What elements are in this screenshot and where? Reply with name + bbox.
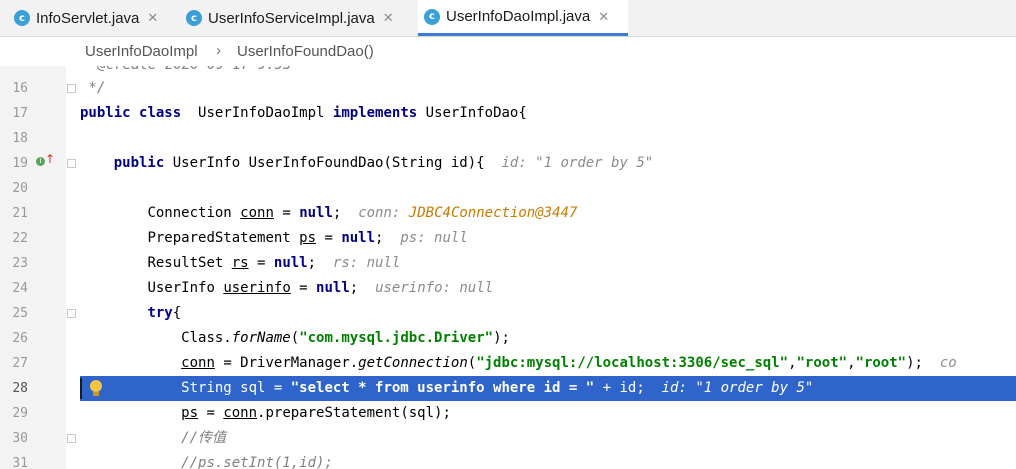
code-line-26[interactable]: 26 Class.forName("com.mysql.jdbc.Driver"… <box>0 326 1016 351</box>
code-line-25[interactable]: 25 try{ <box>0 301 1016 326</box>
fold-icon[interactable] <box>67 84 76 93</box>
code-text: Class.forName("com.mysql.jdbc.Driver"); <box>181 330 510 346</box>
line-number: 19 <box>12 156 28 171</box>
tab-label: UserInfoServiceImpl.java <box>208 9 375 27</box>
code-line-21[interactable]: 21 Connection conn = null; conn: JDBC4Co… <box>0 201 1016 226</box>
up-arrow-icon[interactable]: ↑ <box>45 153 55 165</box>
line-number: 23 <box>12 256 28 271</box>
class-icon: c <box>424 8 440 25</box>
line-number: 17 <box>12 106 28 121</box>
line-number: 31 <box>12 456 28 469</box>
code-text: conn = DriverManager.getConnection("jdbc… <box>181 355 957 371</box>
tab-infoservlet[interactable]: c InfoServlet.java ✕ <box>14 0 174 36</box>
line-number: 25 <box>12 306 28 321</box>
code-line-19[interactable]: 19 I ↑ public UserInfo UserInfoFoundDao(… <box>0 151 1016 176</box>
code-editor[interactable]: @create 2020-09-17 9:53 16 */ 17 public … <box>0 66 1016 469</box>
code-text: Connection conn = null; conn: JDBC4Conne… <box>147 205 578 221</box>
fold-icon[interactable] <box>67 434 76 443</box>
editor-tab-bar: c InfoServlet.java ✕ c UserInfoServiceIm… <box>0 0 1016 37</box>
code-text: try{ <box>147 305 182 321</box>
breadcrumb-separator: › <box>216 42 221 59</box>
breadcrumb-class[interactable]: UserInfoDaoImpl <box>85 43 198 60</box>
code-line-16[interactable]: 16 */ <box>0 76 1016 101</box>
line-number: 18 <box>12 131 28 146</box>
fold-icon[interactable] <box>67 309 76 318</box>
code-text: ResultSet rs = null; rs: null <box>147 255 401 271</box>
code-line-29[interactable]: 29 ps = conn.prepareStatement(sql); <box>0 401 1016 426</box>
line-number: 28 <box>0 376 28 401</box>
tab-userinfoserviceimpl[interactable]: c UserInfoServiceImpl.java ✕ <box>186 0 412 36</box>
code-text: //ps.setInt(1,id); <box>181 455 333 469</box>
breadcrumb: UserInfoDaoImpl › UserInfoFoundDao() <box>0 37 1016 66</box>
code-text: public class UserInfoDaoImpl implements … <box>80 105 527 121</box>
tab-userinfodaoimpl[interactable]: c UserInfoDaoImpl.java ✕ <box>418 0 628 36</box>
code-line-23[interactable]: 23 ResultSet rs = null; rs: null <box>0 251 1016 276</box>
code-line-22[interactable]: 22 PreparedStatement ps = null; ps: null <box>0 226 1016 251</box>
code-line-31[interactable]: 31 //ps.setInt(1,id); <box>0 451 1016 469</box>
code-line-27[interactable]: 27 conn = DriverManager.getConnection("j… <box>0 351 1016 376</box>
line-number: 22 <box>12 231 28 246</box>
code-line-17[interactable]: 17 public class UserInfoDaoImpl implemen… <box>0 101 1016 126</box>
code-line-18[interactable]: 18 <box>0 126 1016 151</box>
code-text: ps = conn.prepareStatement(sql); <box>181 405 451 421</box>
line-number: 20 <box>12 181 28 196</box>
tab-label: InfoServlet.java <box>36 9 140 27</box>
line-number: 30 <box>12 431 28 446</box>
code-line-24[interactable]: 24 UserInfo userinfo = null; userinfo: n… <box>0 276 1016 301</box>
fold-icon[interactable] <box>67 159 76 168</box>
code-text: String sql = "select * from userinfo whe… <box>181 380 814 396</box>
line-number: 21 <box>12 206 28 221</box>
breadcrumb-method[interactable]: UserInfoFoundDao() <box>237 43 374 60</box>
code-text: UserInfo userinfo = null; userinfo: null <box>147 280 494 296</box>
close-icon[interactable]: ✕ <box>147 10 158 26</box>
close-icon[interactable]: ✕ <box>383 10 394 26</box>
code-text: public UserInfo UserInfoFoundDao(String … <box>113 155 654 171</box>
fold-fill <box>66 376 80 401</box>
line-number: 26 <box>12 331 28 346</box>
line-number: 24 <box>12 281 28 296</box>
close-icon[interactable]: ✕ <box>598 9 609 25</box>
tab-label: UserInfoDaoImpl.java <box>446 8 591 25</box>
code-line-28-current-breakpoint[interactable]: 28 String sql = "select * from userinfo … <box>0 376 1016 401</box>
class-icon: c <box>186 10 202 26</box>
code-line-20[interactable]: 20 <box>0 176 1016 201</box>
class-icon: c <box>14 10 30 26</box>
code-text: //传值 <box>181 430 227 446</box>
code-text: */ <box>80 80 106 96</box>
line-number: 27 <box>12 356 28 371</box>
implements-method-icon[interactable]: I <box>36 157 45 166</box>
line-number: 29 <box>12 406 28 421</box>
code-line-30[interactable]: 30 //传值 <box>0 426 1016 451</box>
line-number: 16 <box>12 81 28 96</box>
code-text: PreparedStatement ps = null; ps: null <box>147 230 468 246</box>
